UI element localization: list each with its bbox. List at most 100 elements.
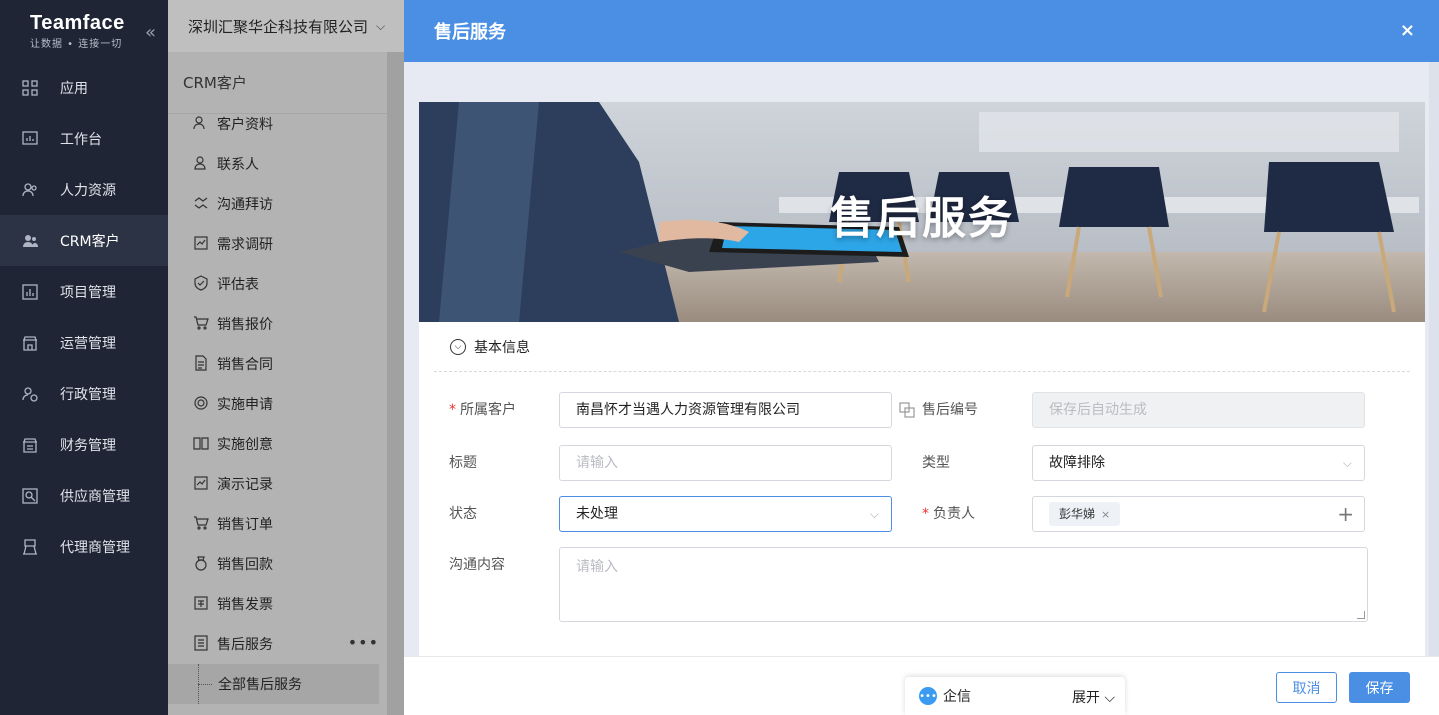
order-icon: [193, 515, 211, 533]
cancel-button[interactable]: 取消: [1276, 672, 1337, 703]
modal-body: 售后服务 ⌵ 基本信息 * 所属客户 南昌怀才当遇人力资源管理有限公司 售后编号 …: [404, 62, 1439, 656]
nav-item-label: 项目管理: [60, 284, 116, 301]
add-icon[interactable]: +: [1337, 497, 1354, 531]
finance-icon: [20, 435, 40, 455]
invoice-icon: [193, 595, 211, 613]
owner-tag[interactable]: 彭华娣 ×: [1049, 502, 1121, 526]
status-label: 状态: [449, 506, 477, 522]
nav-item-label: 供应商管理: [60, 488, 130, 505]
collapse-icon[interactable]: «: [145, 22, 156, 43]
demo-icon: [193, 475, 211, 493]
remove-tag-icon[interactable]: ×: [1101, 508, 1110, 521]
sub-item-label: 销售订单: [217, 517, 273, 533]
content-placeholder: 请输入: [576, 559, 618, 575]
sub-item-all-service[interactable]: 全部售后服务: [168, 664, 379, 704]
sub-item-research[interactable]: 需求调研: [168, 224, 387, 264]
chevron-circle-icon: ⌵: [450, 338, 466, 355]
section-basic-info[interactable]: ⌵ 基本信息: [434, 322, 1410, 372]
sub-item-label: 售后服务: [217, 637, 273, 653]
title-input[interactable]: 请输入: [559, 445, 892, 481]
copy-icon[interactable]: [899, 402, 915, 422]
service-modal: 售后服务 × 售后服务 ⌵ 基本信息 * 所属客户 南昌怀才当遇人力资源管理有限…: [404, 0, 1439, 715]
customer-input[interactable]: 南昌怀才当遇人力资源管理有限公司: [559, 392, 892, 428]
nav-item-label: CRM客户: [60, 233, 120, 250]
research-icon: [193, 235, 211, 253]
sub-item-label: 演示记录: [217, 477, 273, 493]
nav-item-project[interactable]: 项目管理: [0, 266, 168, 317]
sub-item-label: 实施申请: [217, 397, 273, 413]
sub-item-visit[interactable]: 沟通拜访: [168, 184, 387, 224]
sub-item-order[interactable]: 销售订单: [168, 504, 387, 544]
resize-handle-icon[interactable]: [1357, 611, 1365, 619]
sub-nav: 深圳汇聚华企科技有限公司 ⌵ CRM客户 客户资料 联系人 沟通拜访 需求调研 …: [168, 0, 404, 715]
nav-item-label: 行政管理: [60, 386, 116, 403]
nav-item-hr[interactable]: 人力资源: [0, 164, 168, 215]
sub-item-label: 沟通拜访: [217, 197, 273, 213]
nav-item-supplier[interactable]: 供应商管理: [0, 470, 168, 521]
type-value: 故障排除: [1049, 455, 1105, 471]
owner-picker[interactable]: 彭华娣 × +: [1032, 496, 1365, 532]
sub-nav-list: CRM客户 客户资料 联系人 沟通拜访 需求调研 评估表 销售报价 销售合同 实…: [168, 52, 387, 715]
nav-item-operations[interactable]: 运营管理: [0, 317, 168, 368]
banner-title: 售后服务: [830, 193, 1014, 244]
contract-icon: [193, 355, 211, 373]
more-icon[interactable]: •••: [348, 633, 379, 652]
nav-item-finance[interactable]: 财务管理: [0, 419, 168, 470]
contact-icon: [193, 155, 211, 173]
sub-item-label: 销售合同: [217, 357, 273, 373]
apply-icon: [193, 395, 211, 413]
type-select[interactable]: 故障排除 ⌵: [1032, 445, 1365, 481]
service-no-input: 保存后自动生成: [1032, 392, 1365, 428]
required-mark: *: [922, 506, 929, 522]
nav-item-agent[interactable]: 代理商管理: [0, 521, 168, 572]
nav-item-apps[interactable]: 应用: [0, 62, 168, 113]
brand: Teamface 让数据 • 连接一切 «: [0, 0, 168, 62]
nav-item-crm[interactable]: CRM客户: [0, 215, 168, 266]
chevron-down-icon: ⌵: [869, 507, 879, 521]
evaluation-icon: [193, 275, 211, 293]
modal-scrollbar[interactable]: [1429, 62, 1439, 656]
nav-item-label: 人力资源: [60, 182, 116, 199]
service-icon: [193, 635, 211, 653]
chat-expand[interactable]: 展开 ⌵: [1072, 687, 1115, 707]
sub-item-label: 评估表: [217, 277, 259, 293]
modal-title: 售后服务: [434, 22, 506, 43]
sub-item-label: 实施创意: [217, 437, 273, 453]
sub-item-payment[interactable]: 销售回款: [168, 544, 387, 584]
sub-nav-scrollbar[interactable]: [387, 52, 404, 715]
quote-icon: [193, 315, 211, 333]
nav-item-workbench[interactable]: 工作台: [0, 113, 168, 164]
section-title: 基本信息: [474, 339, 530, 356]
sub-item-customer[interactable]: 客户资料: [168, 104, 387, 144]
chat-widget[interactable]: ••• 企信 展开 ⌵: [905, 677, 1125, 715]
sub-item-invoice[interactable]: 销售发票: [168, 584, 387, 624]
sub-item-apply[interactable]: 实施申请: [168, 384, 387, 424]
sub-item-service[interactable]: 售后服务 •••: [168, 624, 387, 664]
admin-icon: [20, 384, 40, 404]
chevron-down-icon: ⌵: [376, 18, 386, 33]
service-no-label: 售后编号: [922, 402, 978, 418]
operations-icon: [20, 333, 40, 353]
company-selector[interactable]: 深圳汇聚华企科技有限公司 ⌵: [168, 0, 404, 52]
sub-item-evaluation[interactable]: 评估表: [168, 264, 387, 304]
owner-tag-label: 彭华娣: [1059, 507, 1096, 521]
status-select[interactable]: 未处理 ⌵: [559, 496, 892, 532]
content-textarea[interactable]: 请输入: [559, 547, 1368, 622]
sub-item-idea[interactable]: 实施创意: [168, 424, 387, 464]
save-button[interactable]: 保存: [1349, 672, 1410, 703]
chat-bubble-icon: •••: [919, 687, 937, 705]
visit-icon: [193, 195, 211, 213]
sub-item-contact[interactable]: 联系人: [168, 144, 387, 184]
nav-item-admin[interactable]: 行政管理: [0, 368, 168, 419]
brand-name: Teamface: [30, 11, 125, 34]
sub-item-quote[interactable]: 销售报价: [168, 304, 387, 344]
close-icon[interactable]: ×: [1400, 20, 1415, 41]
nav-item-label: 财务管理: [60, 437, 116, 454]
chat-label: 企信: [943, 689, 971, 705]
sub-item-contract[interactable]: 销售合同: [168, 344, 387, 384]
sub-item-demo[interactable]: 演示记录: [168, 464, 387, 504]
agent-icon: [20, 537, 40, 557]
sub-item-label: 需求调研: [217, 237, 273, 253]
type-label: 类型: [922, 455, 950, 471]
nav-item-label: 代理商管理: [60, 539, 130, 556]
